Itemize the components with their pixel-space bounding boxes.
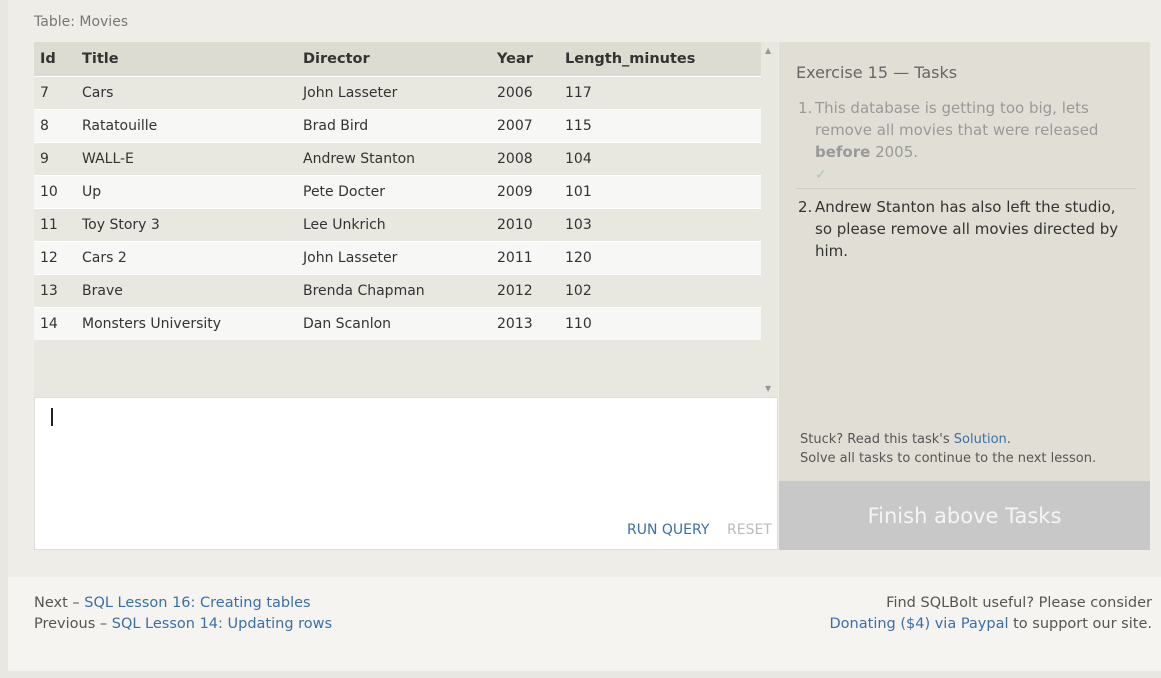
cell-length: 101 xyxy=(559,175,761,209)
table-caption: Table: Movies xyxy=(34,14,129,30)
column-header-year: Year xyxy=(491,42,559,77)
cell-director: Pete Docter xyxy=(297,175,491,209)
cell-director: John Lasseter xyxy=(297,76,491,110)
cell-title: Cars 2 xyxy=(76,241,297,275)
cell-length: 102 xyxy=(559,274,761,308)
continue-text: Solve all tasks to continue to the next … xyxy=(800,451,1097,466)
cell-director: Lee Unkrich xyxy=(297,208,491,242)
cell-year: 2012 xyxy=(491,274,559,308)
scroll-up-icon[interactable]: ▲ xyxy=(765,46,771,55)
cell-director: Andrew Stanton xyxy=(297,142,491,176)
cell-director: John Lasseter xyxy=(297,241,491,275)
footer: Next – SQL Lesson 16: Creating tables Pr… xyxy=(8,577,1161,671)
table-row: 11 Toy Story 3 Lee Unkrich 2010 103 xyxy=(34,208,761,242)
task-number: 2. xyxy=(798,198,813,216)
cell-year: 2008 xyxy=(491,142,559,176)
task-text-end: 2005. xyxy=(870,143,919,161)
help-text: Stuck? Read this task's Solution. Solve … xyxy=(800,430,1096,468)
cell-year: 2011 xyxy=(491,241,559,275)
exercise-title: Exercise 15 — Tasks xyxy=(796,63,958,82)
table-row: 10 Up Pete Docter 2009 101 xyxy=(34,175,761,209)
cell-length: 120 xyxy=(559,241,761,275)
table-row: 13 Brave Brenda Chapman 2012 102 xyxy=(34,274,761,308)
cell-title: Brave xyxy=(76,274,297,308)
column-header-title: Title xyxy=(76,42,297,77)
cell-id: 10 xyxy=(34,175,76,209)
cell-id: 12 xyxy=(34,241,76,275)
lesson-navigation: Next – SQL Lesson 16: Creating tables Pr… xyxy=(34,593,332,635)
table-row: 8 Ratatouille Brad Bird 2007 115 xyxy=(34,109,761,143)
table-scrollbar[interactable]: ▲ ▼ xyxy=(761,42,778,397)
stuck-period: . xyxy=(1006,432,1011,447)
cell-length: 115 xyxy=(559,109,761,143)
cell-title: Up xyxy=(76,175,297,209)
cell-id: 9 xyxy=(34,142,76,176)
next-lesson-link[interactable]: SQL Lesson 16: Creating tables xyxy=(84,595,310,611)
stuck-text: Stuck? Read this task's xyxy=(800,432,954,447)
sql-query-editor[interactable]: RUN QUERY RESET xyxy=(34,397,778,550)
cell-id: 7 xyxy=(34,76,76,110)
task-emphasis: before xyxy=(815,143,871,161)
task-text: This database is getting too big, lets r… xyxy=(815,99,1099,139)
task-item-current: 2. Andrew Stanton has also left the stud… xyxy=(796,196,1136,262)
cell-title: WALL-E xyxy=(76,142,297,176)
previous-label: Previous – xyxy=(34,616,112,632)
task-text: Andrew Stanton has also left the studio,… xyxy=(815,198,1119,260)
cell-year: 2006 xyxy=(491,76,559,110)
cell-id: 8 xyxy=(34,109,76,143)
cell-year: 2007 xyxy=(491,109,559,143)
checkmark-icon: ✓ xyxy=(815,167,827,183)
cell-title: Ratatouille xyxy=(76,109,297,143)
table-row: 12 Cars 2 John Lasseter 2011 120 xyxy=(34,241,761,275)
results-table: Id Title Director Year Length_minutes 7 … xyxy=(34,42,761,340)
task-number: 1. xyxy=(798,99,813,117)
cell-year: 2009 xyxy=(491,175,559,209)
cell-length: 103 xyxy=(559,208,761,242)
cell-title: Toy Story 3 xyxy=(76,208,297,242)
next-label: Next – xyxy=(34,595,85,611)
cell-id: 11 xyxy=(34,208,76,242)
cell-id: 13 xyxy=(34,274,76,308)
cell-director: Brenda Chapman xyxy=(297,274,491,308)
scroll-down-icon[interactable]: ▼ xyxy=(765,384,771,393)
previous-lesson-link[interactable]: SQL Lesson 14: Updating rows xyxy=(112,616,332,632)
cell-id: 14 xyxy=(34,307,76,340)
cell-title: Monsters University xyxy=(76,307,297,340)
donate-suffix: to support our site. xyxy=(1008,616,1152,632)
donate-link[interactable]: Donating ($4) via Paypal xyxy=(830,616,1009,632)
task-item-completed: 1. This database is getting too big, let… xyxy=(796,97,1136,189)
donate-section: Find SQLBolt useful? Please consider Don… xyxy=(830,593,1152,635)
cell-length: 104 xyxy=(559,142,761,176)
reset-button[interactable]: RESET xyxy=(727,522,772,538)
cell-title: Cars xyxy=(76,76,297,110)
donate-text: Find SQLBolt useful? Please consider xyxy=(886,595,1152,611)
cell-director: Dan Scanlon xyxy=(297,307,491,340)
run-query-button[interactable]: RUN QUERY xyxy=(627,522,709,538)
cell-length: 110 xyxy=(559,307,761,340)
results-table-container: Id Title Director Year Length_minutes 7 … xyxy=(34,42,778,397)
task-list: 1. This database is getting too big, let… xyxy=(796,97,1136,262)
cell-year: 2010 xyxy=(491,208,559,242)
column-header-length: Length_minutes xyxy=(559,42,761,77)
tasks-panel: Exercise 15 — Tasks 1. This database is … xyxy=(779,42,1150,550)
table-header-row: Id Title Director Year Length_minutes xyxy=(34,42,761,77)
text-caret xyxy=(51,408,53,426)
table-row: 9 WALL-E Andrew Stanton 2008 104 xyxy=(34,142,761,176)
table-row: 14 Monsters University Dan Scanlon 2013 … xyxy=(34,307,761,340)
finish-tasks-button[interactable]: Finish above Tasks xyxy=(779,481,1150,550)
column-header-director: Director xyxy=(297,42,491,77)
column-header-id: Id xyxy=(34,42,76,77)
cell-director: Brad Bird xyxy=(297,109,491,143)
table-row: 7 Cars John Lasseter 2006 117 xyxy=(34,76,761,110)
cell-length: 117 xyxy=(559,76,761,110)
solution-link[interactable]: Solution xyxy=(954,432,1007,447)
cell-year: 2013 xyxy=(491,307,559,340)
